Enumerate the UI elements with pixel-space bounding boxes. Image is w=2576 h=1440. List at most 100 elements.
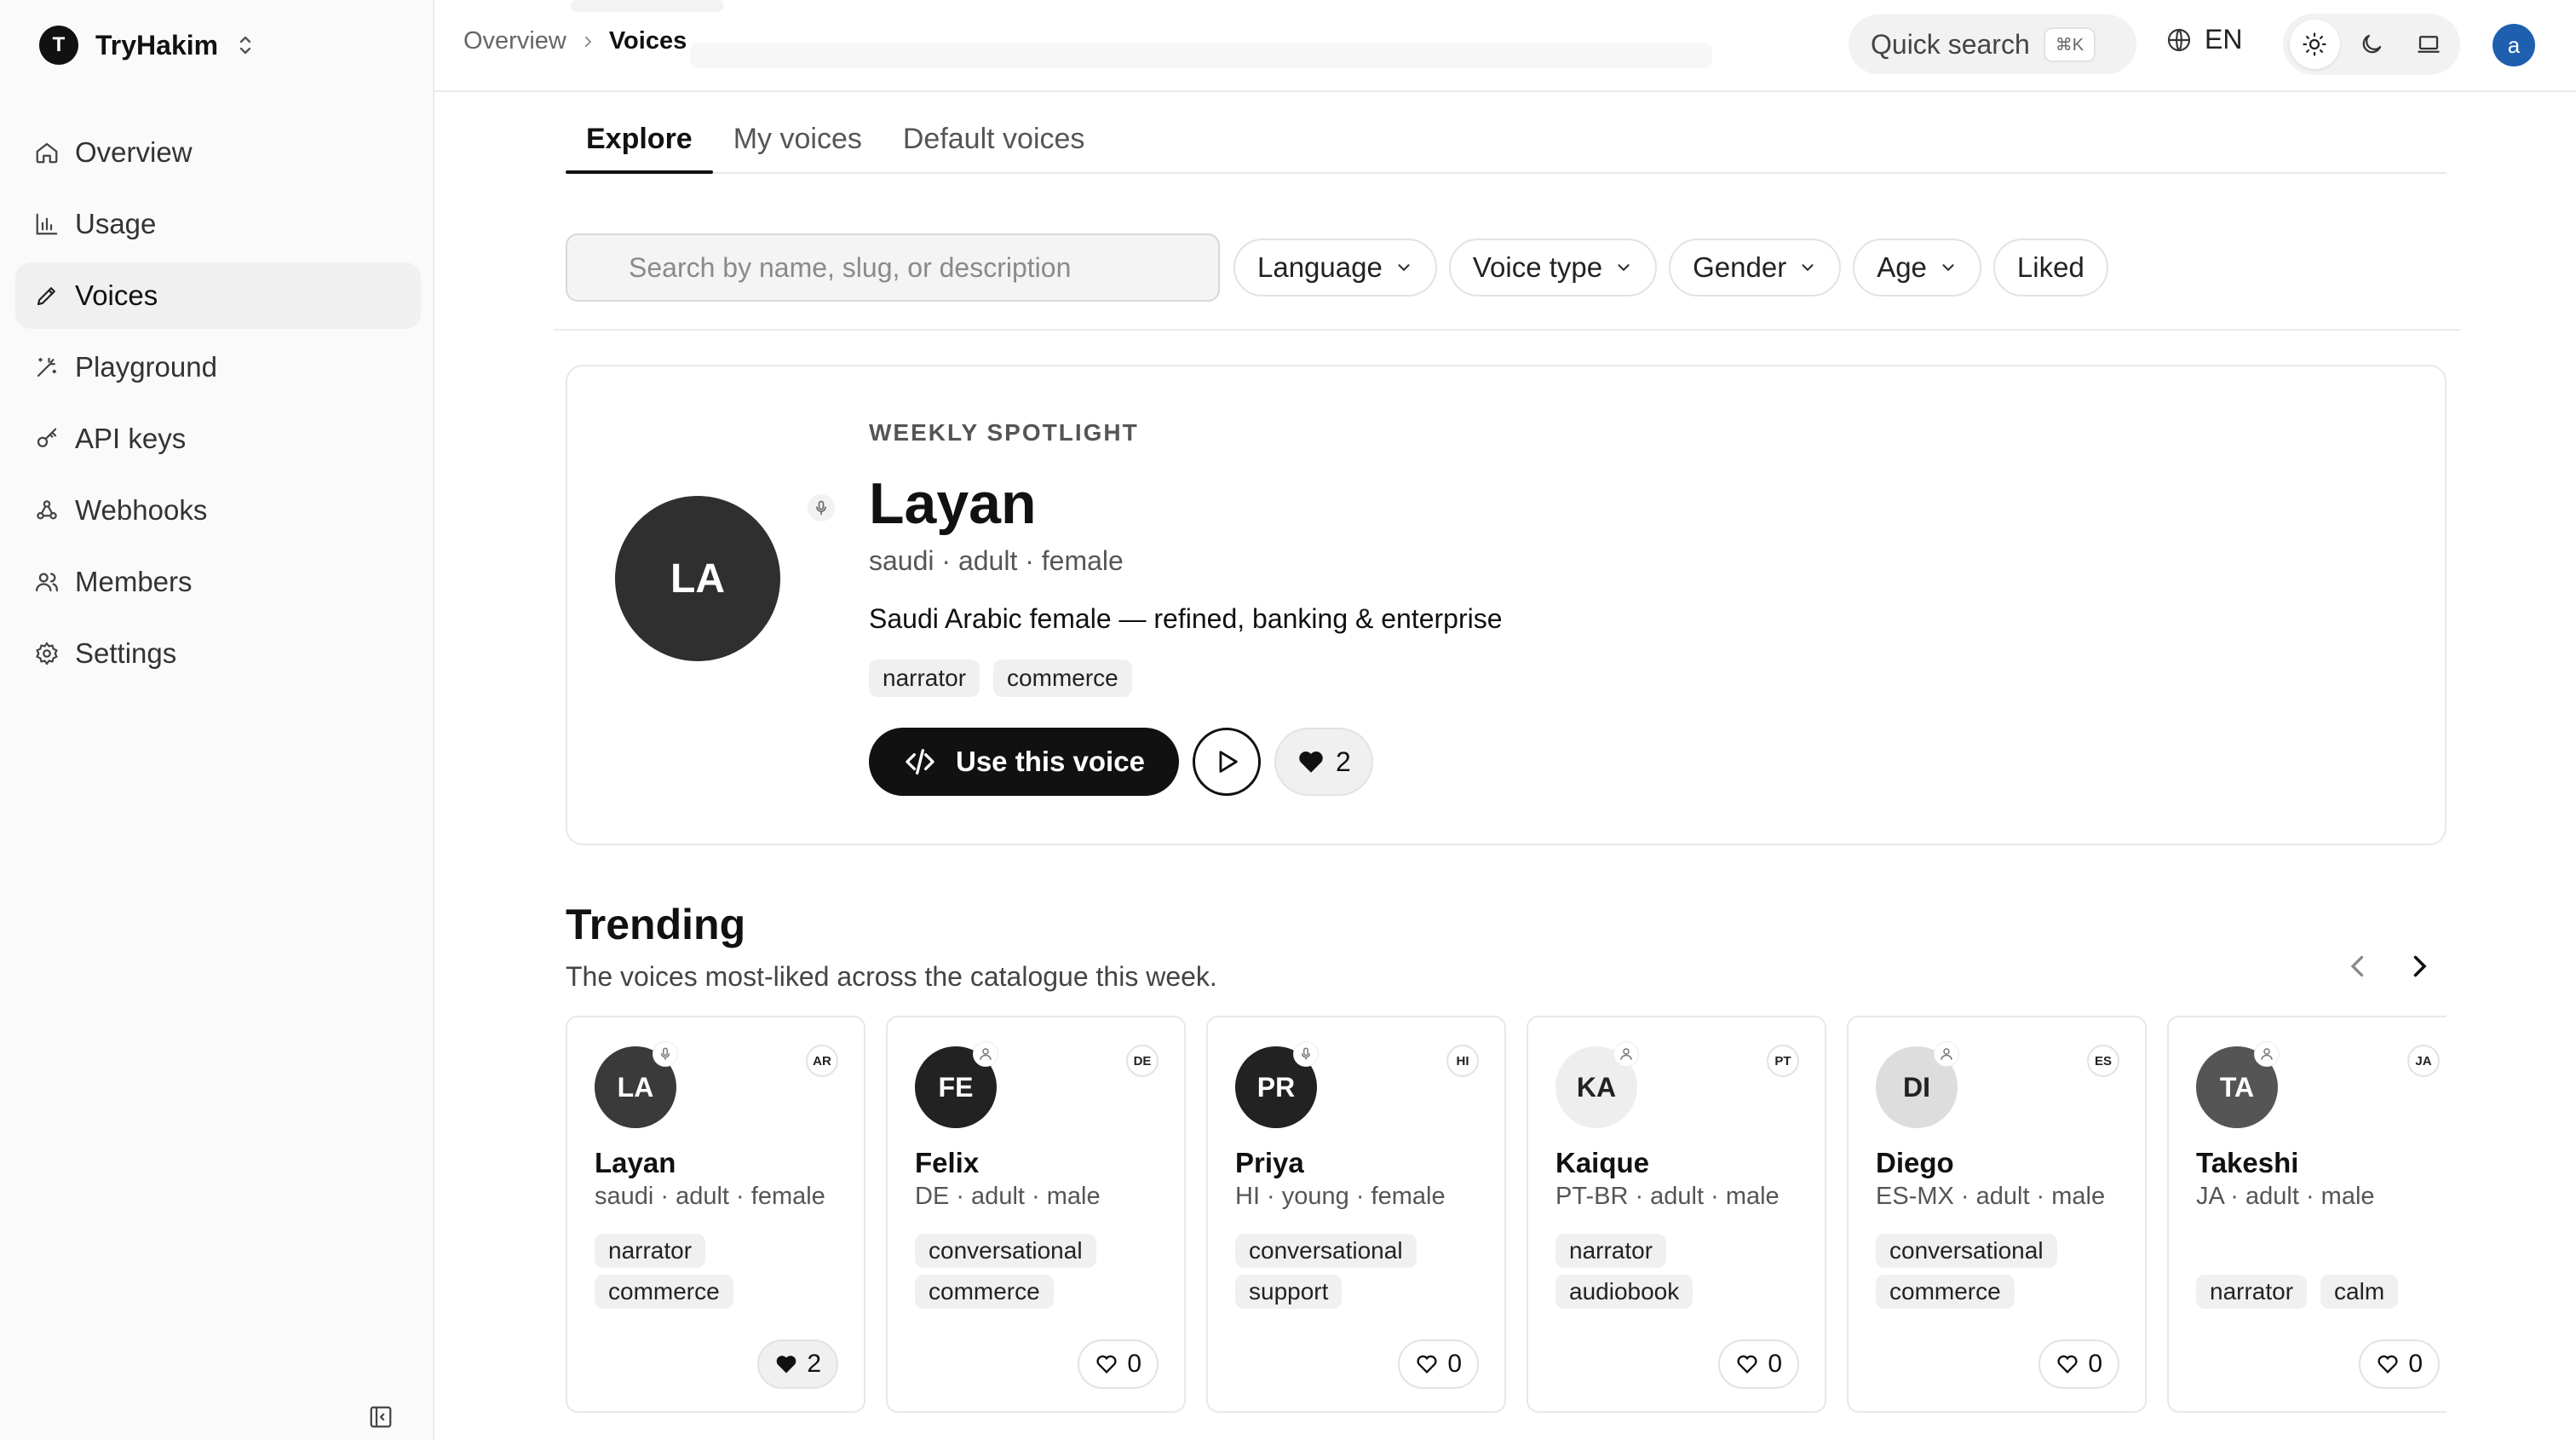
quick-search-button[interactable]: Quick search ⌘K bbox=[1849, 14, 2136, 74]
collapse-sidebar-icon[interactable] bbox=[368, 1404, 394, 1430]
voice-card-kaique[interactable]: KA PT Kaique PT-BR · adult · male narrat… bbox=[1527, 1016, 1826, 1413]
filter-language[interactable]: Language bbox=[1233, 239, 1437, 297]
play-icon bbox=[1219, 751, 1238, 773]
sidebar-item-api-keys[interactable]: API keys bbox=[15, 406, 421, 472]
theme-dark-button[interactable] bbox=[2347, 20, 2397, 69]
like-count: 2 bbox=[1335, 746, 1351, 777]
voice-tag: commerce bbox=[595, 1275, 733, 1309]
voice-tags: narrator commerce bbox=[595, 1234, 850, 1309]
like-count: 0 bbox=[2088, 1350, 2102, 1378]
bar-chart-icon bbox=[36, 213, 58, 235]
voice-tag: narrator bbox=[2196, 1275, 2308, 1309]
heart-filled-icon bbox=[1299, 752, 1323, 773]
like-button[interactable]: 0 bbox=[1078, 1339, 1159, 1389]
play-preview-button[interactable] bbox=[1192, 728, 1261, 796]
person-badge bbox=[1613, 1041, 1639, 1067]
sidebar-nav: Overview Usage Voices Playground API key… bbox=[15, 119, 421, 692]
mic-badge bbox=[653, 1041, 678, 1067]
like-button[interactable]: 0 bbox=[2038, 1339, 2119, 1389]
trending-subtitle: The voices most-liked across the catalog… bbox=[566, 961, 1217, 992]
sidebar-item-playground[interactable]: Playground bbox=[15, 334, 421, 400]
voice-meta: DE · adult · male bbox=[915, 1183, 1101, 1210]
language-badge: HI bbox=[1446, 1045, 1479, 1077]
tab-explore[interactable]: Explore bbox=[566, 106, 713, 174]
heart-filled-icon bbox=[777, 1356, 796, 1374]
voice-card-diego[interactable]: DI ES Diego ES-MX · adult · male convers… bbox=[1847, 1016, 2147, 1413]
moon-icon bbox=[2362, 34, 2382, 54]
sidebar-item-webhooks[interactable]: Webhooks bbox=[15, 477, 421, 544]
person-badge bbox=[2254, 1041, 2280, 1067]
workspace-name: TryHakim bbox=[95, 29, 219, 60]
tab-my-voices[interactable]: My voices bbox=[713, 106, 883, 172]
tab-default-voices[interactable]: Default voices bbox=[883, 106, 1106, 172]
sidebar-item-voices[interactable]: Voices bbox=[15, 262, 421, 329]
sidebar-item-label: Webhooks bbox=[75, 494, 208, 526]
voice-name: Takeshi bbox=[2196, 1147, 2299, 1178]
chevron-right-icon bbox=[584, 36, 592, 47]
sidebar-item-settings[interactable]: Settings bbox=[15, 620, 421, 687]
mic-icon bbox=[1301, 1047, 1311, 1060]
voice-tags: conversational support bbox=[1235, 1234, 1491, 1309]
person-icon bbox=[1941, 1048, 1952, 1060]
voice-tag: narrator bbox=[595, 1234, 706, 1268]
trending-carousel: LA AR Layan saudi · adult · female narra… bbox=[566, 1016, 2447, 1416]
language-switcher[interactable]: EN bbox=[2165, 24, 2242, 55]
person-badge bbox=[1934, 1041, 1959, 1067]
chevron-right-icon[interactable] bbox=[2404, 951, 2435, 982]
voice-card-takeshi[interactable]: TA JA Takeshi JA · adult · male narrator… bbox=[2167, 1016, 2447, 1413]
filter-liked[interactable]: Liked bbox=[1992, 239, 2108, 297]
like-button[interactable]: 2 bbox=[757, 1339, 838, 1389]
heart-outline-icon bbox=[1096, 1355, 1117, 1374]
breadcrumb-current: Voices bbox=[608, 27, 687, 55]
pen-icon bbox=[37, 287, 55, 306]
users-icon bbox=[36, 573, 58, 592]
voice-tag: narrator bbox=[1555, 1234, 1667, 1268]
voice-search-input[interactable] bbox=[566, 233, 1220, 302]
like-button[interactable]: 0 bbox=[1398, 1339, 1479, 1389]
like-button[interactable]: 2 bbox=[1274, 728, 1373, 796]
voice-tag: conversational bbox=[915, 1234, 1096, 1268]
voice-name: Felix bbox=[915, 1147, 980, 1178]
voices-tabs: Explore My voices Default voices bbox=[566, 106, 2447, 174]
spotlight-eyebrow: WEEKLY SPOTLIGHT bbox=[869, 419, 1139, 446]
like-count: 0 bbox=[1447, 1350, 1462, 1378]
theme-system-button[interactable] bbox=[2403, 20, 2453, 69]
filter-label: Voice type bbox=[1472, 251, 1603, 283]
voice-card-layan[interactable]: LA AR Layan saudi · adult · female narra… bbox=[566, 1016, 865, 1413]
filter-gender[interactable]: Gender bbox=[1669, 239, 1842, 297]
quick-search-shortcut: ⌘K bbox=[2043, 26, 2096, 62]
sidebar-item-usage[interactable]: Usage bbox=[15, 191, 421, 257]
like-button[interactable]: 0 bbox=[1718, 1339, 1799, 1389]
voice-card-priya[interactable]: PR HI Priya HI · young · female conversa… bbox=[1206, 1016, 1506, 1413]
use-this-voice-button[interactable]: Use this voice bbox=[869, 728, 1179, 796]
theme-light-button[interactable] bbox=[2290, 20, 2340, 69]
chevron-left-icon[interactable] bbox=[2343, 951, 2373, 982]
user-avatar[interactable]: a bbox=[2493, 24, 2535, 66]
language-badge: ES bbox=[2087, 1045, 2119, 1077]
mic-badge bbox=[1293, 1041, 1319, 1067]
sidebar-item-members[interactable]: Members bbox=[15, 549, 421, 615]
filter-age[interactable]: Age bbox=[1853, 239, 1981, 297]
sidebar-item-label: Members bbox=[75, 566, 193, 597]
filter-voice-type[interactable]: Voice type bbox=[1448, 239, 1658, 297]
theme-toggle-group bbox=[2283, 14, 2460, 75]
voice-card-felix[interactable]: FE DE Felix DE · adult · male conversati… bbox=[886, 1016, 1186, 1413]
chevron-down-icon bbox=[1618, 264, 1630, 272]
person-icon bbox=[980, 1048, 992, 1060]
voice-tag: audiobook bbox=[1555, 1275, 1693, 1309]
spotlight-voice-name: Layan bbox=[869, 471, 1037, 536]
person-icon bbox=[2261, 1048, 2273, 1060]
language-badge: JA bbox=[2407, 1045, 2440, 1077]
voice-meta: ES-MX · adult · male bbox=[1876, 1183, 2106, 1210]
like-button[interactable]: 0 bbox=[2359, 1339, 2440, 1389]
breadcrumb-overview-link[interactable]: Overview bbox=[463, 27, 566, 55]
workspace-switcher[interactable]: T TryHakim bbox=[39, 24, 256, 66]
like-count: 0 bbox=[1127, 1350, 1141, 1378]
sidebar-item-label: API keys bbox=[75, 423, 187, 454]
home-icon bbox=[36, 142, 58, 164]
sidebar-item-overview[interactable]: Overview bbox=[15, 119, 421, 186]
person-icon bbox=[1620, 1048, 1632, 1060]
language-badge: DE bbox=[1126, 1045, 1159, 1077]
chevron-down-icon bbox=[1398, 264, 1410, 272]
voice-tag: commerce bbox=[915, 1275, 1054, 1309]
